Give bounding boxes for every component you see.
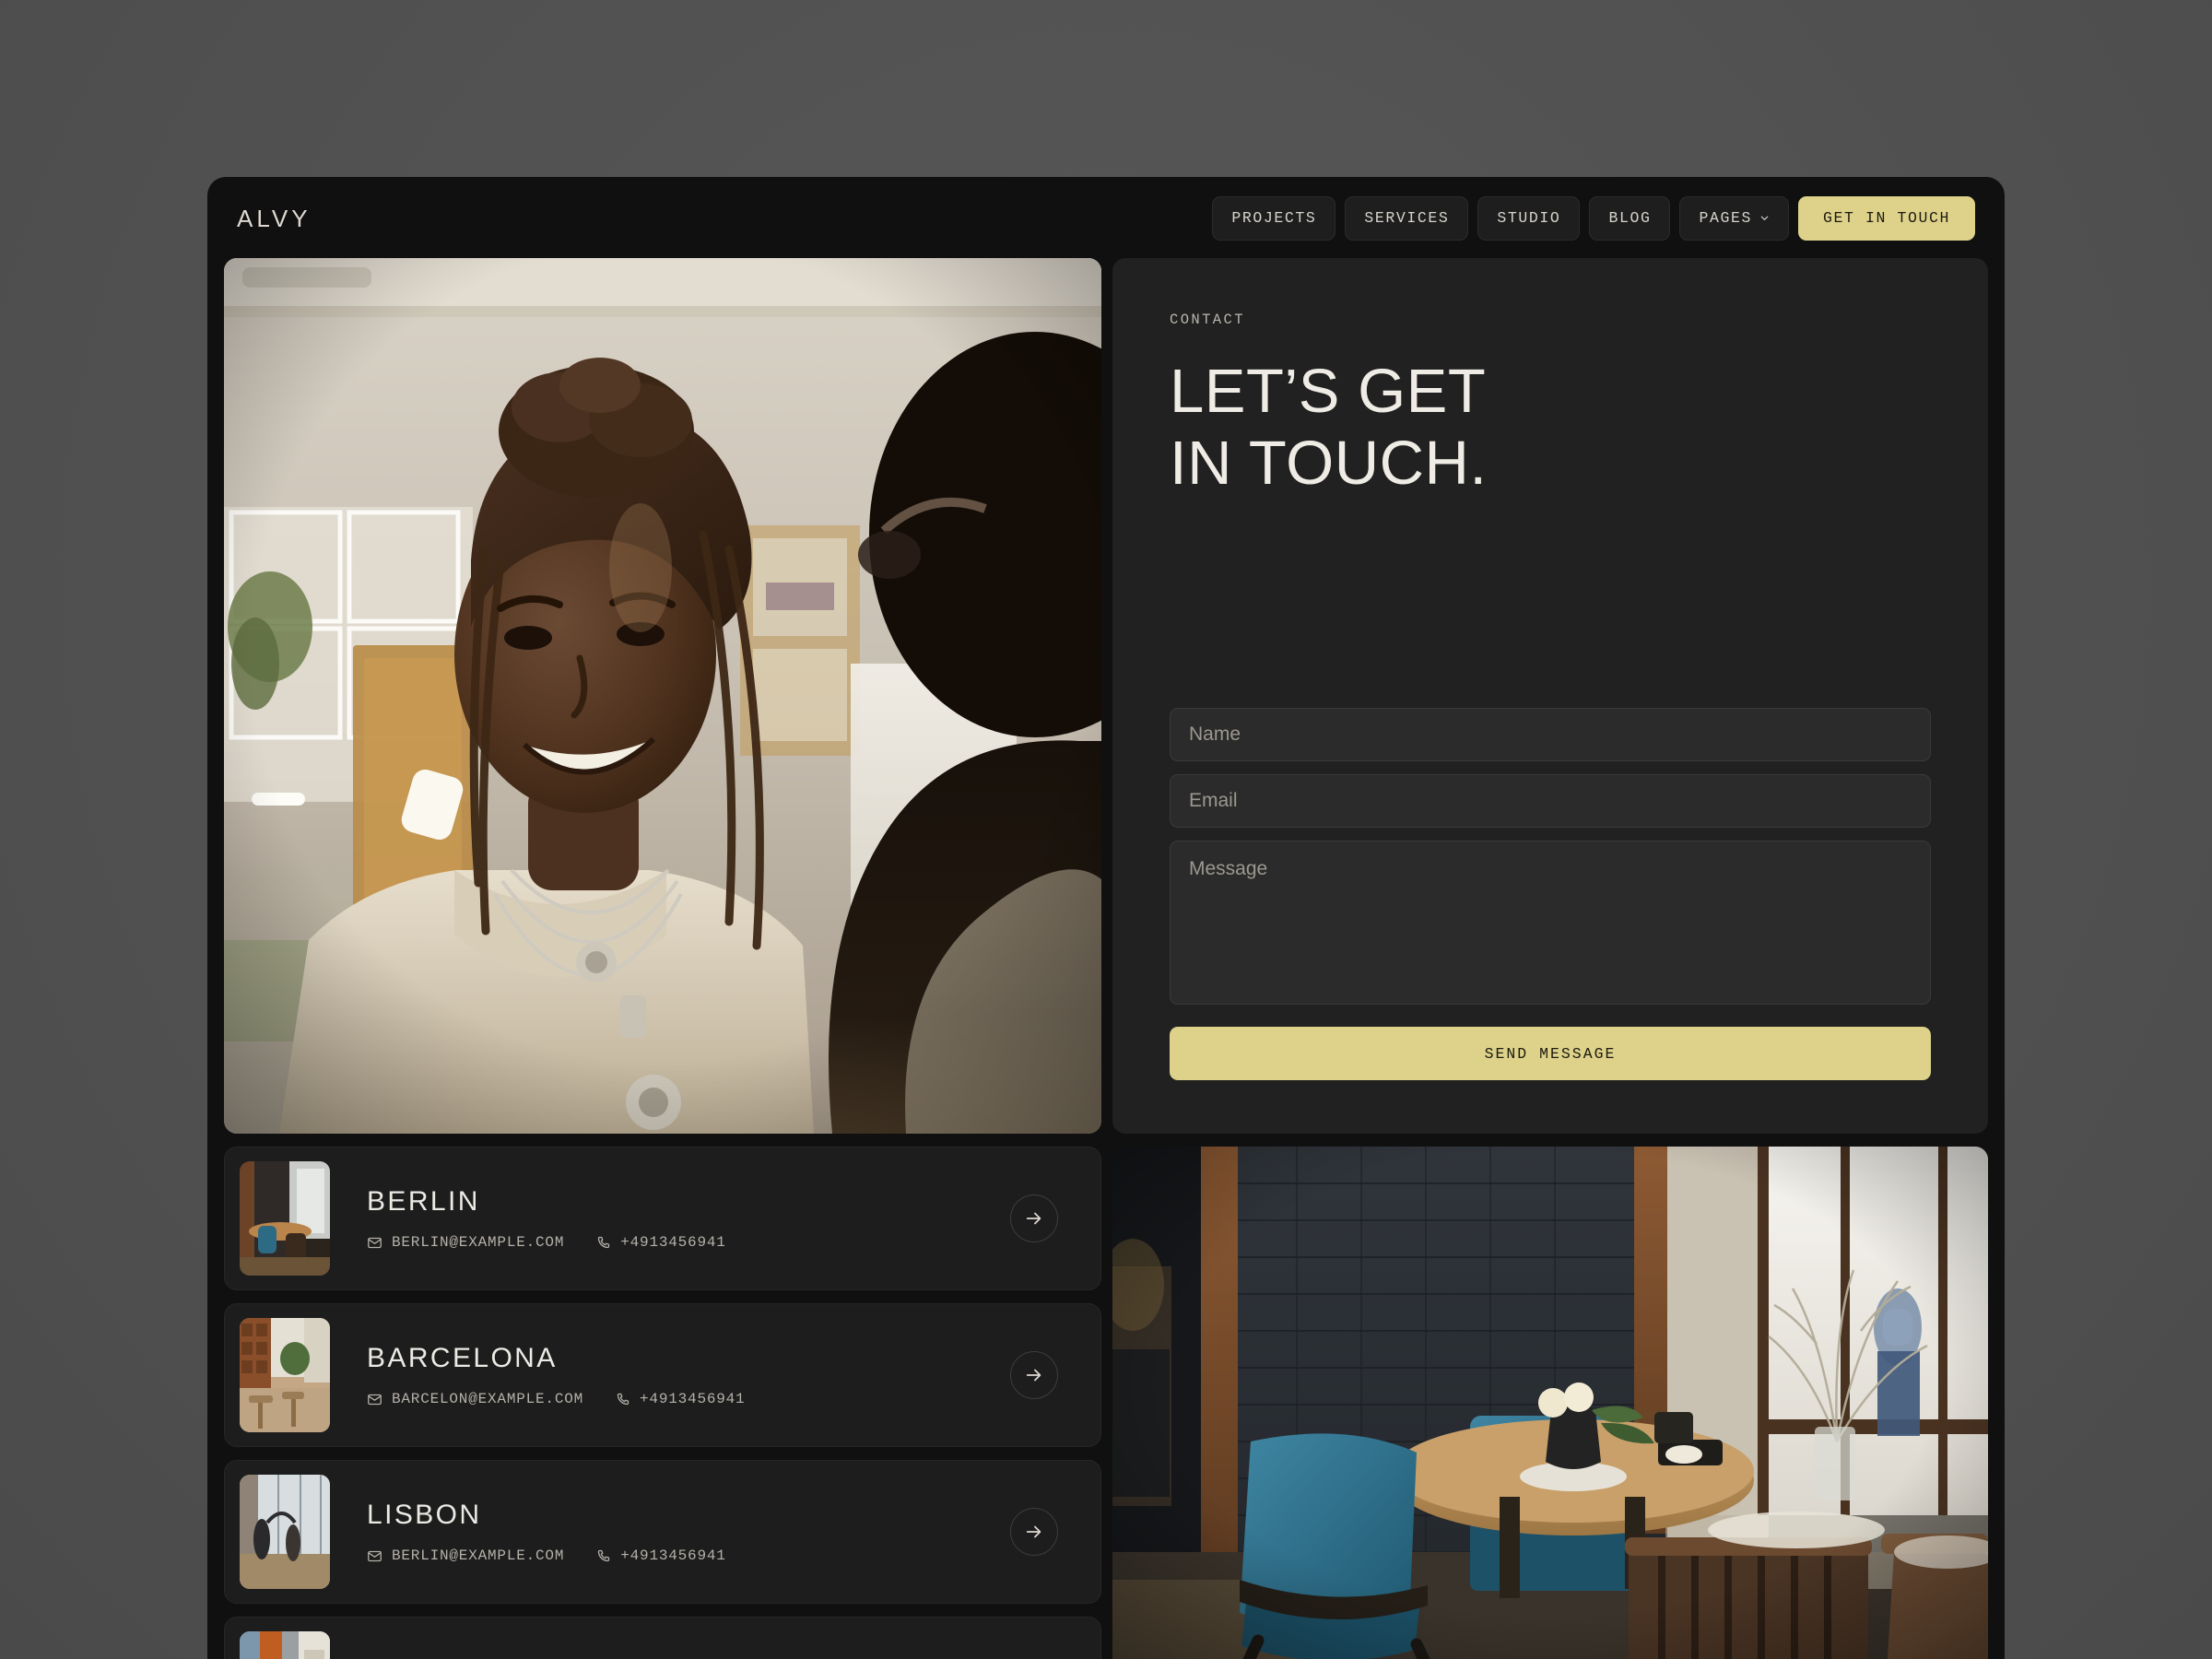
restaurant-photo-art (1112, 1147, 1988, 1659)
location-card[interactable] (224, 1617, 1101, 1659)
phone-icon (595, 1548, 611, 1564)
hero-photo-art (224, 258, 1101, 1134)
location-city: BARCELONA (367, 1343, 558, 1373)
location-go-button[interactable] (1010, 1194, 1058, 1242)
send-message-button[interactable]: SEND MESSAGE (1170, 1027, 1931, 1080)
phone-icon (595, 1235, 611, 1251)
arrow-right-icon (1024, 1208, 1044, 1229)
phone-icon (615, 1392, 630, 1407)
location-city: LISBON (367, 1500, 482, 1530)
location-details: BERLIN BERLIN@EXAMPLE.COM +4913456941 (367, 1186, 726, 1251)
locations-list: BERLIN BERLIN@EXAMPLE.COM +4913456941 BARCE… (224, 1147, 1101, 1659)
location-thumbnail (240, 1475, 330, 1589)
location-phone-text: +4913456941 (620, 1547, 726, 1564)
main-navigation: PROJECTS SERVICES STUDIO BLOG PAGES GET IN TO… (1212, 195, 1975, 241)
location-card[interactable]: BERLIN BERLIN@EXAMPLE.COM +4913456941 (224, 1147, 1101, 1290)
location-email-text: BERLIN@EXAMPLE.COM (392, 1547, 565, 1564)
location-details: BARCELONA BARCELON@EXAMPLE.COM +4913456941 (367, 1343, 745, 1407)
email-input[interactable] (1170, 774, 1931, 828)
location-phone[interactable]: +4913456941 (595, 1547, 725, 1564)
contact-form: SEND MESSAGE (1170, 708, 1931, 1080)
location-contact-row: BERLIN@EXAMPLE.COM +4913456941 (367, 1547, 726, 1564)
location-thumbnail (240, 1161, 330, 1276)
location-city: BERLIN (367, 1186, 480, 1217)
location-email[interactable]: BERLIN@EXAMPLE.COM (367, 1234, 564, 1251)
bottom-feature-image (1112, 1147, 1988, 1659)
nav-item-label: PROJECTS (1231, 208, 1317, 227)
chevron-down-icon (1759, 213, 1770, 223)
location-phone-text: +4913456941 (620, 1234, 726, 1251)
location-email-text: BERLIN@EXAMPLE.COM (392, 1234, 565, 1251)
nav-item-label: STUDIO (1497, 208, 1561, 227)
name-input[interactable] (1170, 708, 1931, 761)
location-card[interactable]: BARCELONA BARCELON@EXAMPLE.COM +4913456941 (224, 1303, 1101, 1447)
arrow-right-icon (1024, 1522, 1044, 1542)
location-details: LISBON BERLIN@EXAMPLE.COM +4913456941 (367, 1500, 726, 1564)
website-page: ALVY PROJECTS SERVICES STUDIO BLOG PAGES GET … (207, 177, 2005, 1659)
nav-studio[interactable]: STUDIO (1477, 195, 1581, 241)
arrow-right-icon (1024, 1365, 1044, 1385)
nav-get-in-touch[interactable]: GET IN TOUCH (1797, 195, 1975, 241)
nav-services[interactable]: SERVICES (1345, 195, 1469, 241)
nav-item-label: GET IN TOUCH (1822, 208, 1950, 227)
location-contact-row: BARCELON@EXAMPLE.COM +4913456941 (367, 1391, 745, 1407)
nav-item-label: BLOG (1608, 208, 1652, 227)
location-contact-row: BERLIN@EXAMPLE.COM +4913456941 (367, 1234, 726, 1251)
location-email[interactable]: BARCELON@EXAMPLE.COM (367, 1391, 583, 1407)
nav-pages[interactable]: PAGES (1679, 195, 1789, 241)
message-input[interactable] (1170, 841, 1931, 1005)
location-go-button[interactable] (1010, 1508, 1058, 1556)
location-thumbnail (240, 1631, 330, 1659)
nav-item-label: SERVICES (1364, 208, 1450, 227)
location-email-text: BARCELON@EXAMPLE.COM (392, 1391, 584, 1407)
page-title: LET’S GET IN TOUCH. (1170, 357, 1488, 498)
mail-icon (367, 1392, 382, 1407)
hero-image (224, 258, 1101, 1134)
screen: ALVY PROJECTS SERVICES STUDIO BLOG PAGES GET … (0, 0, 2212, 1659)
location-thumbnail (240, 1318, 330, 1432)
nav-blog[interactable]: BLOG (1589, 195, 1671, 241)
location-email[interactable]: BERLIN@EXAMPLE.COM (367, 1547, 564, 1564)
site-header: ALVY PROJECTS SERVICES STUDIO BLOG PAGES GET … (207, 177, 2005, 260)
location-go-button[interactable] (1010, 1351, 1058, 1399)
location-card[interactable]: LISBON BERLIN@EXAMPLE.COM +4913456941 (224, 1460, 1101, 1604)
nav-projects[interactable]: PROJECTS (1212, 195, 1336, 241)
location-phone[interactable]: +4913456941 (615, 1391, 745, 1407)
contact-eyebrow: CONTACT (1170, 312, 1245, 328)
nav-item-label: PAGES (1699, 208, 1752, 227)
mail-icon (367, 1548, 382, 1564)
location-phone[interactable]: +4913456941 (595, 1234, 725, 1251)
location-phone-text: +4913456941 (640, 1391, 746, 1407)
contact-panel: CONTACT LET’S GET IN TOUCH. SEND MESSAGE (1112, 258, 1988, 1134)
brand-logo[interactable]: ALVY (237, 205, 312, 233)
mail-icon (367, 1235, 382, 1251)
